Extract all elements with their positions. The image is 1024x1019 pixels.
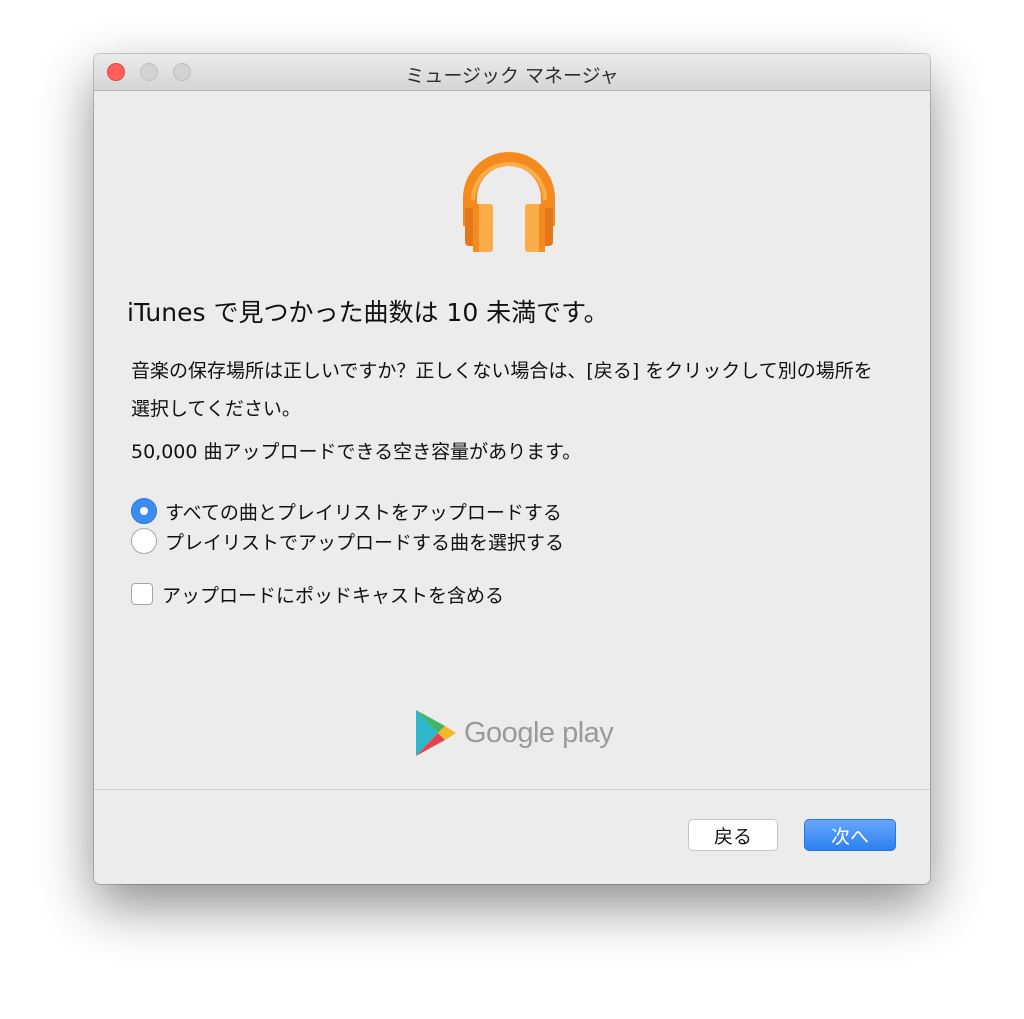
headphones-icon [463, 152, 555, 252]
include-podcasts-label: アップロードにポッドキャストを含める [162, 584, 505, 607]
capacity-text: 50,000 曲アップロードできる空き容量があります。 [131, 441, 582, 463]
select-playlists-radio[interactable] [131, 528, 157, 554]
select-playlists-option[interactable]: プレイリストでアップロードする曲を選択する [131, 527, 564, 555]
next-button[interactable]: 次へ [804, 819, 896, 851]
back-button[interactable]: 戻る [688, 819, 778, 851]
google-play-logo: Google play [416, 710, 614, 756]
google-play-icon [416, 710, 456, 756]
google-play-wordmark: Google play [464, 716, 614, 749]
window-title: ミュージック マネージャ [405, 65, 619, 87]
title-bar[interactable]: ミュージック マネージャ [94, 54, 930, 91]
include-podcasts-option[interactable]: アップロードにポッドキャストを含める [131, 580, 504, 608]
upload-all-radio[interactable] [131, 498, 157, 524]
upload-all-label: すべての曲とプレイリストをアップロードする [165, 501, 562, 524]
upload-all-option[interactable]: すべての曲とプレイリストをアップロードする [131, 497, 562, 525]
page-heading: iTunes で見つかった曲数は 10 未満です。 [127, 298, 609, 327]
description-text: 音楽の保存場所は正しいですか？正しくない場合は、[戻る] をクリックして別の場所… [131, 360, 873, 420]
footer-divider [94, 789, 930, 790]
select-playlists-label: プレイリストでアップロードする曲を選択する [165, 531, 565, 554]
include-podcasts-checkbox[interactable] [131, 583, 153, 605]
music-manager-window: ミュージック マネージャ iTunes で見つかった曲数は 10 未満です。 音… [94, 54, 930, 884]
